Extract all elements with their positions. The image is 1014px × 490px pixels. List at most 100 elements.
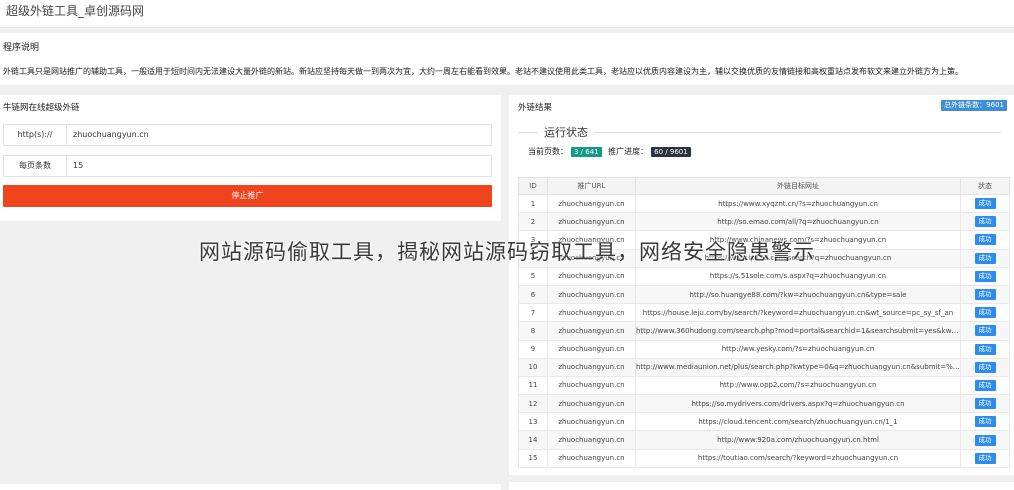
- description-text: 外链工具只是网站推广的辅助工具，一般适用于短时间内无法建设大量外链的新站。新站应…: [3, 67, 963, 76]
- col-header-target: 外链目标网址: [635, 177, 961, 195]
- row-target-url[interactable]: http://www.360hudong.com/search.php?mod=…: [635, 321, 961, 341]
- row-status: 成功: [960, 321, 1010, 341]
- row-id: 10: [518, 357, 548, 377]
- row-target-url[interactable]: http://www.opp2.com/?s=zhuochuangyun.cn: [635, 375, 961, 396]
- current-page-tag: 3 / 641: [571, 146, 602, 157]
- row-status: 成功: [960, 212, 1010, 232]
- right-lower-panel-edge: [509, 482, 1014, 490]
- link-form-panel: 牛链网在线超级外链 http(s):// 每页条数 停止推广: [0, 95, 501, 221]
- row-id: 1: [518, 193, 548, 214]
- success-badge: 成功: [974, 398, 996, 410]
- table-row: 9 zhuochuangyun.cn http://ww.yesky.com/?s=…: [518, 339, 1010, 359]
- row-promo-url: zhuochuangyun.cn: [547, 266, 636, 286]
- success-badge: 成功: [974, 325, 996, 337]
- stop-promotion-button[interactable]: 停止推广: [3, 185, 492, 207]
- per-page-input[interactable]: [73, 156, 473, 176]
- row-id: 7: [518, 303, 548, 323]
- row-promo-url: zhuochuangyun.cn: [547, 193, 636, 214]
- success-badge: 成功: [974, 216, 996, 228]
- row-target-url[interactable]: https://cloud.tencent.com/search/zhuochu…: [635, 412, 961, 432]
- row-status: 成功: [960, 357, 1010, 377]
- row-target-url[interactable]: http://so.huangye88.com/?kw=zhuochuangyu…: [635, 284, 961, 305]
- row-target-url[interactable]: http://www.mediaunion.net/plus/search.ph…: [635, 357, 961, 377]
- table-row: 11 zhuochuangyun.cn http://www.opp2.com/?s…: [518, 375, 1010, 396]
- row-id: 12: [518, 394, 548, 414]
- row-promo-url: zhuochuangyun.cn: [547, 448, 636, 468]
- row-target-url[interactable]: https://s.51sole.com/s.aspx?q=zhuochuang…: [635, 266, 961, 286]
- col-header-url: 推广URL: [547, 177, 636, 195]
- table-row: 13 zhuochuangyun.cn https://cloud.tencent.…: [518, 412, 1010, 432]
- row-id: 13: [518, 412, 548, 432]
- row-id: 15: [518, 448, 548, 468]
- row-id: 14: [518, 430, 548, 450]
- row-target-url[interactable]: https://www.xyqznt.cn/?s=zhuochuangyun.c…: [635, 193, 961, 214]
- table-row: 10 zhuochuangyun.cn http://www.mediaunion.…: [518, 357, 1010, 377]
- table-row: 6 zhuochuangyun.cn http://so.huangye88.com…: [518, 284, 1010, 305]
- success-badge: 成功: [974, 361, 996, 373]
- row-status: 成功: [960, 339, 1010, 359]
- table-row: 2 zhuochuangyun.cn http://so.emao.com/all/…: [518, 212, 1010, 232]
- per-page-field: 每页条数: [3, 155, 492, 177]
- table-row: 1 zhuochuangyun.cn https://www.xyqznt.cn/?…: [518, 193, 1010, 214]
- overlay-caption: 网站源码偷取工具，揭秘网站源码窃取工具，网络安全隐患警示: [199, 240, 815, 264]
- progress-tag: 60 / 9601: [651, 146, 691, 157]
- row-id: 6: [518, 284, 548, 305]
- row-promo-url: zhuochuangyun.cn: [547, 375, 636, 396]
- success-badge: 成功: [974, 452, 996, 464]
- url-input[interactable]: [73, 125, 473, 145]
- row-promo-url: zhuochuangyun.cn: [547, 303, 636, 323]
- row-promo-url: zhuochuangyun.cn: [547, 357, 636, 377]
- description-heading: 程序说明: [3, 43, 40, 53]
- table-row: 12 zhuochuangyun.cn https://so.mydrivers.c…: [518, 394, 1010, 414]
- url-field-label: http(s)://: [4, 125, 67, 145]
- row-target-url[interactable]: http://ww.yesky.com/?s=zhuochuangyun.cn: [635, 339, 961, 359]
- current-page-label: 当前页数：: [528, 147, 568, 156]
- row-target-url[interactable]: https://house.leju.com/by/search/?keywor…: [635, 303, 961, 323]
- run-status-box: 运行状态 当前页数： 3 / 641 推广进度： 60 / 9601: [518, 124, 1001, 162]
- row-promo-url: zhuochuangyun.cn: [547, 212, 636, 232]
- window-title: 超级外链工具_卓创源码网: [6, 4, 145, 18]
- row-id: 8: [518, 321, 548, 341]
- row-id: 2: [518, 212, 548, 232]
- results-table: ID 推广URL 外链目标网址 状态 1 zhuochuangyun.cn http…: [518, 177, 1010, 468]
- row-target-url[interactable]: https://toutiao.com/search/?keyword=zhuo…: [635, 448, 961, 468]
- row-promo-url: zhuochuangyun.cn: [547, 430, 636, 450]
- row-target-url[interactable]: http://www.920a.com/zhuochuangyun.cn.htm…: [635, 430, 961, 450]
- row-status: 成功: [960, 303, 1010, 323]
- per-page-label: 每页条数: [4, 156, 67, 176]
- row-status: 成功: [960, 394, 1010, 414]
- row-promo-url: zhuochuangyun.cn: [547, 284, 636, 305]
- success-badge: 成功: [974, 307, 996, 319]
- row-status: 成功: [960, 266, 1010, 286]
- left-lower-panel-edge: [0, 484, 501, 490]
- row-target-url[interactable]: http://so.emao.com/all/?q=zhuochuangyun.…: [635, 212, 961, 232]
- success-badge: 成功: [974, 434, 996, 446]
- results-panel: 外链结果 总外链条数：9601 运行状态 当前页数： 3 / 641 推广进度： 6…: [509, 95, 1014, 475]
- row-promo-url: zhuochuangyun.cn: [547, 412, 636, 432]
- status-row: 当前页数： 3 / 641 推广进度： 60 / 9601: [528, 146, 695, 157]
- table-row: 15 zhuochuangyun.cn https://toutiao.com/se…: [518, 448, 1010, 468]
- results-heading: 外链结果: [518, 103, 553, 113]
- col-header-status: 状态: [960, 177, 1010, 195]
- table-row: 5 zhuochuangyun.cn https://s.51sole.com/s.…: [518, 266, 1010, 286]
- table-row: 14 zhuochuangyun.cn http://www.920a.com/zh…: [518, 430, 1010, 450]
- form-heading: 牛链网在线超级外链: [3, 103, 80, 113]
- row-status: 成功: [960, 412, 1010, 432]
- table-row: 8 zhuochuangyun.cn http://www.360hudong.co…: [518, 321, 1010, 341]
- progress-label: 推广进度：: [608, 147, 649, 156]
- success-badge: 成功: [974, 289, 996, 301]
- row-status: 成功: [960, 193, 1010, 214]
- success-badge: 成功: [974, 198, 996, 210]
- row-id: 11: [518, 375, 548, 396]
- row-promo-url: zhuochuangyun.cn: [547, 339, 636, 359]
- row-status: 成功: [960, 375, 1010, 396]
- table-row: 7 zhuochuangyun.cn https://house.leju.com/…: [518, 303, 1010, 323]
- success-badge: 成功: [974, 343, 996, 355]
- title-bar: 超级外链工具_卓创源码网: [0, 0, 1014, 28]
- row-target-url[interactable]: https://so.mydrivers.com/drivers.aspx?q=…: [635, 394, 961, 414]
- row-id: 5: [518, 266, 548, 286]
- row-status: 成功: [960, 284, 1010, 305]
- col-header-id: ID: [518, 177, 548, 195]
- success-badge: 成功: [974, 379, 996, 391]
- total-links-badge: 总外链条数：9601: [941, 100, 1007, 111]
